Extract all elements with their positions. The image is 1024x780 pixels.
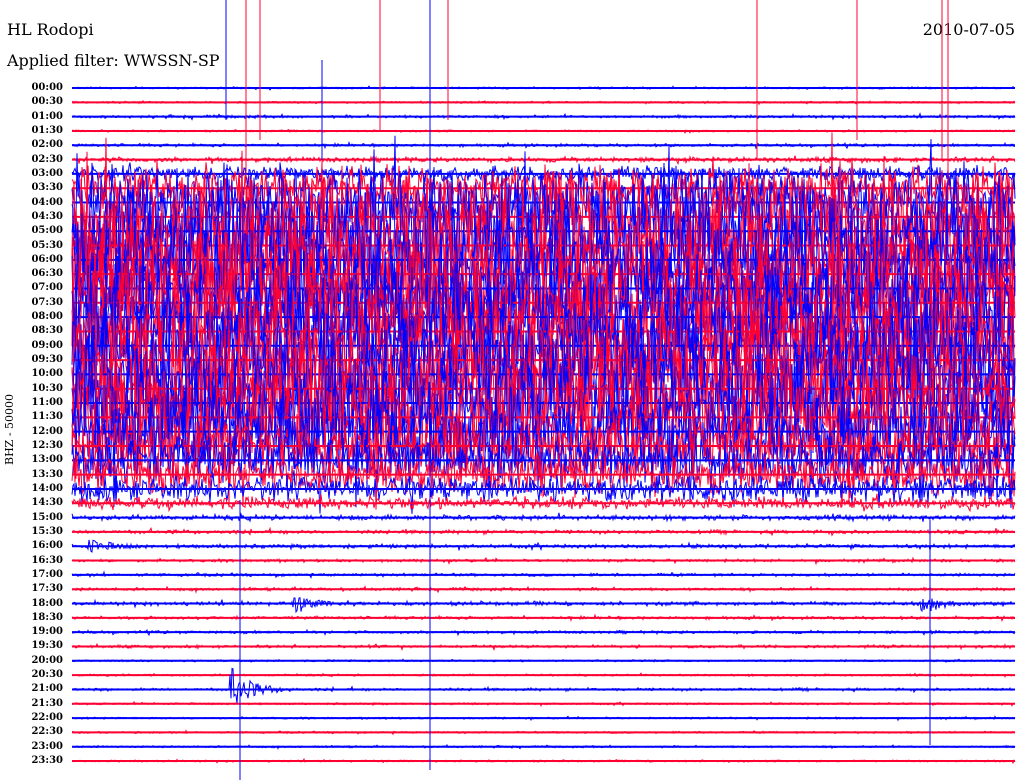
- helicorder-plot: [71, 0, 1016, 780]
- trace-line: [71, 596, 1016, 614]
- trace-line: [71, 667, 1016, 704]
